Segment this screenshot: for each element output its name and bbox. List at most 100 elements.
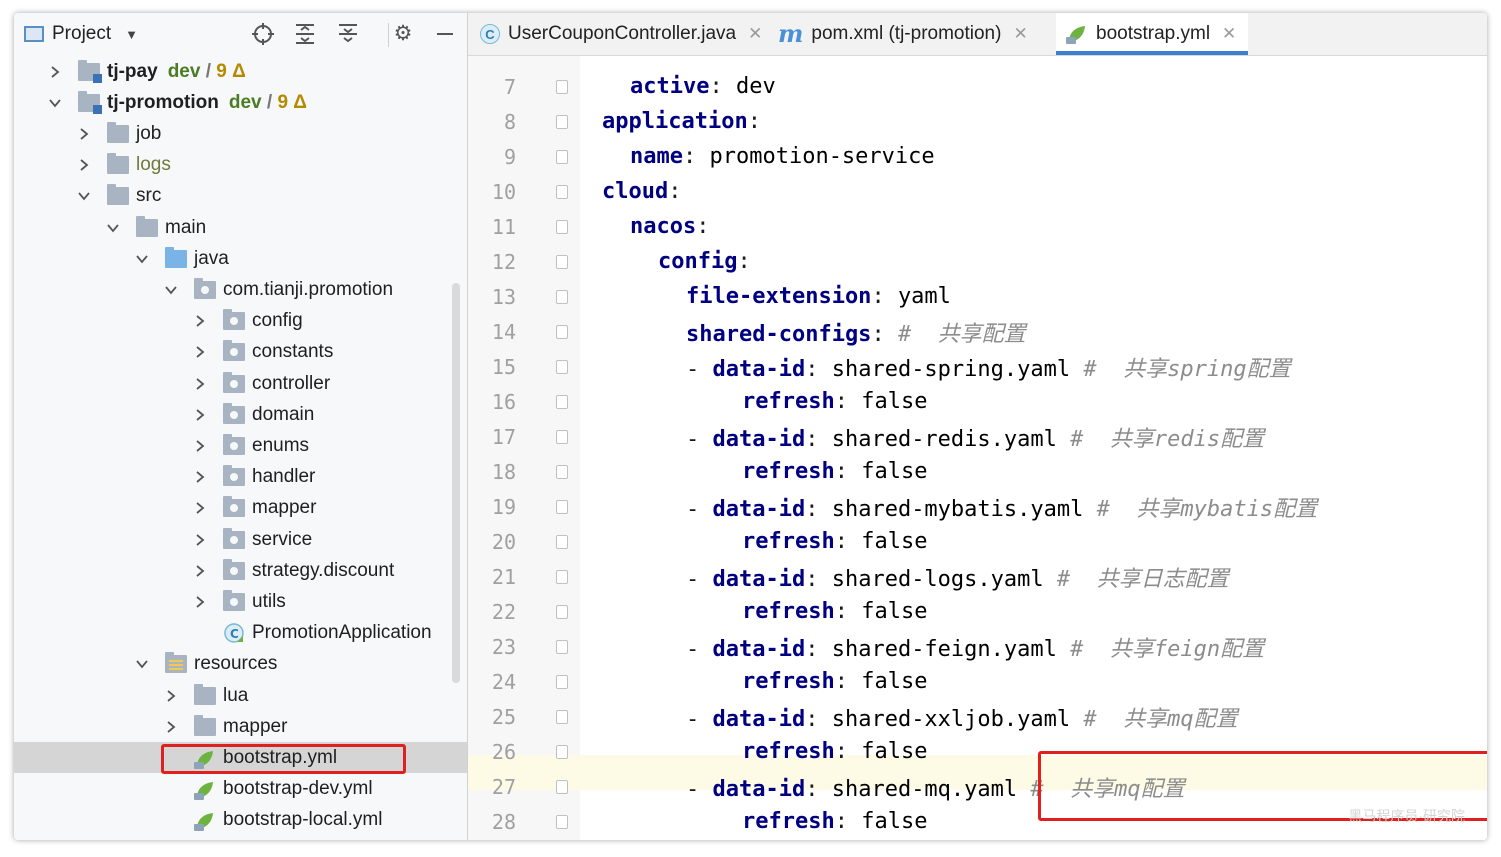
tree-item[interactable]: job: [14, 118, 467, 149]
code-line[interactable]: 16 refresh: false: [468, 384, 1487, 419]
close-icon[interactable]: ✕: [748, 24, 762, 44]
gear-icon[interactable]: ⚙: [390, 22, 416, 46]
code-line[interactable]: 14 shared-configs: # 共享配置: [468, 314, 1487, 349]
fold-marker-icon[interactable]: [556, 604, 568, 619]
line-number[interactable]: 17: [468, 425, 516, 449]
line-number[interactable]: 27: [468, 775, 516, 799]
tree-item[interactable]: config: [14, 306, 467, 337]
chevron-right-icon[interactable]: [193, 501, 207, 515]
line-number[interactable]: 19: [468, 495, 516, 519]
fold-marker-icon[interactable]: [556, 464, 568, 479]
line-number[interactable]: 21: [468, 565, 516, 589]
tree-item[interactable]: java: [14, 243, 467, 274]
line-number[interactable]: 9: [468, 145, 516, 169]
line-number[interactable]: 10: [468, 180, 516, 204]
code-line[interactable]: 20 refresh: false: [468, 524, 1487, 559]
line-number[interactable]: 24: [468, 670, 516, 694]
line-number[interactable]: 13: [468, 285, 516, 309]
code-line[interactable]: 17 - data-id: shared-redis.yaml # 共享redis…: [468, 419, 1487, 454]
code-line[interactable]: 11 nacos:: [468, 209, 1487, 244]
chevron-right-icon[interactable]: [193, 564, 207, 578]
chevron-right-icon[interactable]: [193, 439, 207, 453]
chevron-right-icon[interactable]: [193, 595, 207, 609]
fold-marker-icon[interactable]: [556, 254, 568, 269]
tree-item[interactable]: tj-promotion dev / 9 Δ: [14, 87, 467, 118]
fold-marker-icon[interactable]: [556, 779, 568, 794]
line-number[interactable]: 18: [468, 460, 516, 484]
code-line[interactable]: 7 active: dev: [468, 69, 1487, 104]
chevron-right-icon[interactable]: [193, 377, 207, 391]
expand-all-icon[interactable]: [292, 22, 318, 46]
fold-marker-icon[interactable]: [556, 184, 568, 199]
chevron-right-icon[interactable]: [193, 470, 207, 484]
fold-marker-icon[interactable]: [556, 639, 568, 654]
code-line[interactable]: 15 - data-id: shared-spring.yaml # 共享spri…: [468, 349, 1487, 384]
line-number[interactable]: 11: [468, 215, 516, 239]
chevron-right-icon[interactable]: [193, 408, 207, 422]
tree-item[interactable]: mapper: [14, 711, 467, 742]
tree-item[interactable]: controller: [14, 368, 467, 399]
tree-item[interactable]: com.tianji.promotion: [14, 274, 467, 305]
chevron-right-icon[interactable]: [164, 720, 178, 734]
tree-item[interactable]: service: [14, 524, 467, 555]
code-line[interactable]: 21 - data-id: shared-logs.yaml # 共享日志配置: [468, 559, 1487, 594]
tree-item[interactable]: handler: [14, 462, 467, 493]
line-number[interactable]: 15: [468, 355, 516, 379]
line-number[interactable]: 28: [468, 810, 516, 834]
fold-marker-icon[interactable]: [556, 744, 568, 759]
line-number[interactable]: 12: [468, 250, 516, 274]
tree-item[interactable]: logs: [14, 150, 467, 181]
line-number[interactable]: 8: [468, 110, 516, 134]
code-line[interactable]: 23 - data-id: shared-feign.yaml # 共享feign…: [468, 629, 1487, 664]
fold-marker-icon[interactable]: [556, 149, 568, 164]
chevron-right-icon[interactable]: [193, 314, 207, 328]
code-line[interactable]: 13 file-extension: yaml: [468, 279, 1487, 314]
collapse-all-icon[interactable]: [335, 22, 361, 46]
fold-marker-icon[interactable]: [556, 79, 568, 94]
project-scrollbar[interactable]: [452, 283, 460, 683]
tree-item[interactable]: mapper: [14, 493, 467, 524]
chevron-down-icon[interactable]: [164, 283, 178, 297]
tree-item[interactable]: resources: [14, 649, 467, 680]
chevron-right-icon[interactable]: [193, 533, 207, 547]
code-line[interactable]: 18 refresh: false: [468, 454, 1487, 489]
tree-item[interactable]: main: [14, 212, 467, 243]
chevron-down-icon[interactable]: [135, 252, 149, 266]
fold-marker-icon[interactable]: [556, 569, 568, 584]
fold-marker-icon[interactable]: [556, 814, 568, 829]
fold-marker-icon[interactable]: [556, 289, 568, 304]
fold-marker-icon[interactable]: [556, 534, 568, 549]
tree-item[interactable]: enums: [14, 430, 467, 461]
fold-marker-icon[interactable]: [556, 394, 568, 409]
code-line[interactable]: 24 refresh: false: [468, 664, 1487, 699]
fold-marker-icon[interactable]: [556, 674, 568, 689]
tab-pom-xml[interactable]: m pom.xml (tj-promotion) ✕: [778, 13, 1048, 55]
close-icon[interactable]: ✕: [1013, 24, 1027, 44]
code-line[interactable]: 12 config:: [468, 244, 1487, 279]
line-number[interactable]: 26: [468, 740, 516, 764]
code-line[interactable]: 22 refresh: false: [468, 594, 1487, 629]
fold-marker-icon[interactable]: [556, 114, 568, 129]
line-number[interactable]: 23: [468, 635, 516, 659]
code-line[interactable]: 9 name: promotion-service: [468, 139, 1487, 174]
chevron-right-icon[interactable]: [77, 127, 91, 141]
tab-bootstrap-yml[interactable]: bootstrap.yml ✕: [1056, 13, 1248, 55]
line-number[interactable]: 22: [468, 600, 516, 624]
tree-item[interactable]: tj-pay dev / 9 Δ: [14, 56, 467, 87]
chevron-down-icon[interactable]: [106, 221, 120, 235]
chevron-right-icon[interactable]: [164, 689, 178, 703]
line-number[interactable]: 16: [468, 390, 516, 414]
tree-item[interactable]: lua: [14, 680, 467, 711]
line-number[interactable]: 25: [468, 705, 516, 729]
minimize-icon[interactable]: [432, 22, 458, 46]
fold-marker-icon[interactable]: [556, 219, 568, 234]
code-line[interactable]: 10 cloud:: [468, 174, 1487, 209]
project-view-selector[interactable]: Project ▼: [24, 22, 138, 46]
chevron-down-icon[interactable]: [48, 96, 62, 110]
code-line[interactable]: 25 - data-id: shared-xxljob.yaml # 共享mq配置: [468, 699, 1487, 734]
chevron-right-icon[interactable]: [77, 158, 91, 172]
line-number[interactable]: 20: [468, 530, 516, 554]
fold-marker-icon[interactable]: [556, 429, 568, 444]
tree-item[interactable]: constants: [14, 337, 467, 368]
chevron-right-icon[interactable]: [48, 65, 62, 79]
